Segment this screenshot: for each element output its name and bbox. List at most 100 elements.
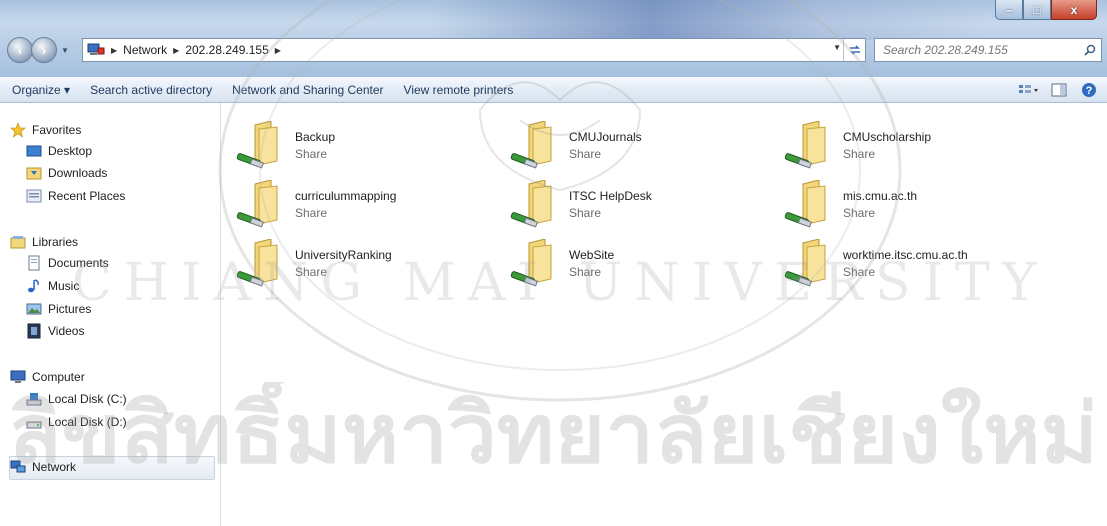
- nav-libraries[interactable]: Libraries: [10, 232, 78, 252]
- pictures-icon: [26, 301, 42, 317]
- network-icon: [87, 43, 105, 55]
- nav-music[interactable]: Music: [26, 276, 79, 296]
- forward-arrow-icon: ›: [41, 42, 47, 58]
- help-button[interactable]: ?: [1077, 79, 1101, 101]
- downloads-icon: [26, 165, 42, 181]
- share-item[interactable]: curriculummapping Share: [221, 172, 471, 230]
- preview-pane-button[interactable]: [1047, 79, 1071, 101]
- change-view-button[interactable]: [1017, 79, 1041, 101]
- shared-folder-icon: [236, 121, 278, 169]
- share-type: Share: [843, 206, 876, 220]
- view-options-icon: [1019, 84, 1038, 93]
- maximize-icon: □: [1033, 2, 1041, 17]
- command-bar: Organize ▾ Search active directory Netwo…: [0, 77, 1107, 103]
- share-type: Share: [569, 147, 602, 161]
- shared-folder-icon: [784, 239, 826, 287]
- nav-label: Videos: [48, 324, 85, 338]
- music-icon: [26, 278, 42, 294]
- share-name: worktime.itsc.cmu.ac.th: [843, 248, 968, 262]
- organize-menu[interactable]: Organize ▾: [12, 83, 70, 97]
- shared-folder-icon: [236, 180, 278, 228]
- recent-pages-dropdown[interactable]: ▼: [59, 44, 71, 56]
- search-active-directory-button[interactable]: Search active directory: [90, 83, 212, 97]
- watermark-thai-text: ลิขสิทธิ์มหาวิทยาลัยเชียงใหม่: [8, 382, 1098, 482]
- desktop-icon: [26, 143, 42, 159]
- search-icon[interactable]: [1079, 44, 1101, 56]
- share-name: curriculummapping: [295, 189, 397, 203]
- shared-folder-icon: [510, 239, 552, 287]
- maximize-button[interactable]: □: [1023, 0, 1051, 20]
- share-item[interactable]: CMUscholarship Share: [769, 113, 1019, 171]
- toolbar-right: ?: [1017, 77, 1107, 102]
- navigation-buttons: ‹ › ▼: [7, 37, 71, 63]
- nav-label: Documents: [48, 256, 109, 270]
- forward-button[interactable]: ›: [31, 37, 57, 63]
- minimize-icon: –: [1005, 2, 1013, 17]
- svg-text:?: ?: [1086, 85, 1093, 97]
- breadcrumb-separator[interactable]: ▶: [275, 46, 281, 55]
- nav-desktop[interactable]: Desktop: [26, 141, 92, 161]
- share-item[interactable]: WebSite Share: [495, 231, 745, 289]
- close-icon: x: [1070, 2, 1078, 17]
- network-sharing-center-button[interactable]: Network and Sharing Center: [232, 83, 383, 97]
- nav-downloads[interactable]: Downloads: [26, 163, 107, 183]
- search-input[interactable]: [875, 42, 1079, 58]
- share-name: WebSite: [569, 248, 615, 262]
- refresh-icon: [849, 45, 860, 55]
- help-icon: ?: [1082, 82, 1096, 97]
- share-name: CMUJournals: [569, 130, 642, 144]
- share-name: UniversityRanking: [295, 248, 392, 262]
- view-remote-printers-button[interactable]: View remote printers: [404, 83, 514, 97]
- nav-favorites[interactable]: Favorites: [10, 120, 81, 140]
- close-button[interactable]: x: [1051, 0, 1097, 20]
- minimize-button[interactable]: –: [995, 0, 1023, 20]
- breadcrumb-host[interactable]: 202.28.249.155: [185, 43, 268, 57]
- share-item[interactable]: ITSC HelpDesk Share: [495, 172, 745, 230]
- nav-videos[interactable]: Videos: [26, 321, 84, 341]
- share-name: ITSC HelpDesk: [569, 189, 652, 203]
- recent-places-icon: [26, 188, 42, 204]
- nav-recent-places[interactable]: Recent Places: [26, 186, 125, 206]
- nav-documents[interactable]: Documents: [26, 253, 109, 273]
- share-type: Share: [569, 265, 602, 279]
- nav-label: Favorites: [32, 123, 82, 137]
- breadcrumb-network[interactable]: Network: [123, 43, 167, 57]
- share-item[interactable]: worktime.itsc.cmu.ac.th Share: [769, 231, 1019, 289]
- share-type: Share: [295, 265, 328, 279]
- shared-folder-icon: [784, 121, 826, 169]
- window-controls: – □ x: [995, 0, 1097, 20]
- share-type: Share: [295, 147, 328, 161]
- share-item[interactable]: CMUJournals Share: [495, 113, 745, 171]
- nav-label: Downloads: [48, 166, 108, 180]
- thai-watermark: ลิขสิทธิ์มหาวิทยาลัยเชียงใหม่: [8, 382, 1098, 482]
- refresh-button[interactable]: [843, 39, 865, 61]
- shared-folder-icon: [510, 121, 552, 169]
- share-type: Share: [843, 147, 876, 161]
- star-icon: [10, 122, 26, 138]
- nav-pictures[interactable]: Pictures: [26, 299, 91, 319]
- breadcrumb-separator[interactable]: ▶: [173, 46, 179, 55]
- shared-folder-icon: [236, 239, 278, 287]
- back-button[interactable]: ‹: [7, 37, 33, 63]
- search-box[interactable]: [874, 38, 1102, 62]
- share-item[interactable]: Backup Share: [221, 113, 471, 171]
- address-history-dropdown[interactable]: ▼: [833, 43, 841, 52]
- documents-icon: [26, 255, 42, 271]
- share-name: mis.cmu.ac.th: [843, 189, 918, 203]
- address-bar[interactable]: ▶ Network ▶ 202.28.249.155 ▶ ▼: [82, 38, 866, 62]
- breadcrumb-separator[interactable]: ▶: [111, 46, 117, 55]
- share-item[interactable]: mis.cmu.ac.th Share: [769, 172, 1019, 230]
- nav-label: Desktop: [48, 144, 93, 158]
- libraries-icon: [10, 234, 26, 250]
- shared-folder-icon: [784, 180, 826, 228]
- share-type: Share: [569, 206, 602, 220]
- videos-icon: [26, 323, 42, 339]
- shared-folder-icon: [510, 180, 552, 228]
- nav-label: Libraries: [32, 235, 79, 249]
- title-bar: – □ x ‹ › ▼ ▶ Network ▶ 202.28.249.155 ▶…: [0, 0, 1107, 77]
- share-type: Share: [843, 265, 876, 279]
- share-name: Backup: [295, 130, 336, 144]
- nav-label: Recent Places: [48, 189, 126, 203]
- nav-label: Pictures: [48, 302, 92, 316]
- share-item[interactable]: UniversityRanking Share: [221, 231, 471, 289]
